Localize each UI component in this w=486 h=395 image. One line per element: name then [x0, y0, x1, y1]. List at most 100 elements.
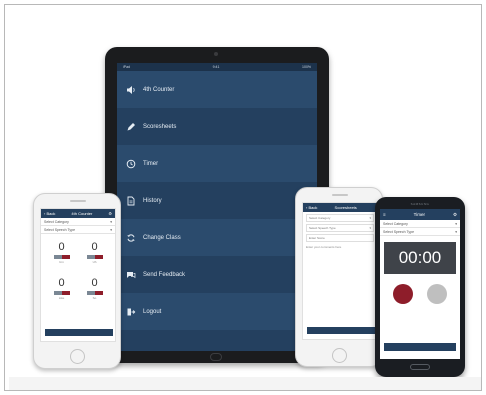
increment-button[interactable] [94, 291, 103, 295]
timer-controls [380, 284, 460, 304]
category-select[interactable]: Select Category ▾ [306, 214, 374, 222]
menu-item-label: Change Class [143, 234, 181, 241]
back-button[interactable]: ‹ Back [306, 205, 317, 210]
brand-logo: SAMSUNG [410, 202, 430, 206]
category-select-label: Select Category [44, 219, 69, 224]
counter-buttons [53, 291, 70, 295]
menu-item-logout[interactable]: Logout [117, 293, 317, 330]
increment-button[interactable] [94, 255, 103, 259]
score-field[interactable]: Enter Score [306, 234, 374, 242]
category-select-label: Select Category [383, 221, 408, 226]
menu-item-history[interactable]: History [117, 182, 317, 219]
phone-home-button[interactable] [410, 364, 430, 370]
phone-home-button[interactable] [70, 349, 85, 364]
speech-type-select[interactable]: Select Speech Type ▾ [306, 224, 374, 232]
counter-label: Uh [92, 260, 97, 264]
counter-buttons [86, 291, 103, 295]
floor-shadow [9, 377, 481, 390]
left-phone-device: ‹ Back 4th Counter ⚙ Select Category ▾ S… [33, 193, 121, 369]
menu-item-label: Scoresheets [143, 123, 177, 130]
back-button[interactable]: ‹ Back [44, 211, 55, 216]
submit-button[interactable] [307, 327, 375, 334]
status-battery: 100% [302, 65, 311, 69]
speaker-icon [125, 84, 137, 96]
middle-phone-screen: ‹ Back Scoresheets Select Category ▾ Sel… [302, 202, 378, 340]
counter-value: 0 [91, 277, 98, 289]
category-select[interactable]: Select Category ▾ [380, 220, 460, 228]
menu-item-timer[interactable]: Timer [117, 145, 317, 182]
left-phone-screen: ‹ Back 4th Counter ⚙ Select Category ▾ S… [40, 208, 116, 342]
counter-um: 0 Um [45, 242, 78, 264]
middle-phone-device: ‹ Back Scoresheets Select Category ▾ Sel… [295, 187, 383, 367]
counter-grid: 0 Um 0 Uh 0 Like 0 So [41, 234, 115, 300]
speech-type-select-label: Select Speech Type [383, 229, 415, 234]
speech-type-select[interactable]: Select Speech Type ▾ [41, 226, 115, 234]
decrement-button[interactable] [86, 291, 95, 295]
decrement-button[interactable] [86, 255, 95, 259]
menu-item-label: Logout [143, 308, 162, 315]
decrement-button[interactable] [53, 291, 62, 295]
tablet-menu: 4th Counter Scoresheets Timer History Ch… [117, 71, 317, 330]
speech-type-select-label: Select Speech Type [309, 226, 336, 230]
counter-value: 0 [91, 241, 98, 253]
pencil-icon [125, 121, 137, 133]
counter-label: Um [59, 260, 64, 264]
settings-icon[interactable]: ⚙ [108, 211, 112, 216]
chevron-down-icon: ▾ [369, 226, 371, 230]
right-phone-screen: ≡ Timer ⚙ Select Category ▾ Select Speec… [380, 209, 460, 359]
category-select[interactable]: Select Category ▾ [41, 218, 115, 226]
status-time: 9:41 [212, 65, 220, 69]
chat-icon [125, 269, 137, 281]
counter-buttons [53, 255, 70, 259]
menu-item-feedback[interactable]: Send Feedback [117, 256, 317, 293]
tablet-home-button[interactable] [210, 353, 222, 361]
menu-item-counter[interactable]: 4th Counter [117, 71, 317, 108]
increment-button[interactable] [61, 291, 70, 295]
phone-speaker [332, 194, 348, 196]
save-button[interactable] [45, 329, 113, 336]
menu-item-label: Send Feedback [143, 271, 186, 278]
chevron-down-icon: ▾ [110, 219, 112, 224]
app-bar: ‹ Back 4th Counter ⚙ [41, 209, 115, 218]
tablet-screen: iPad 9:41 100% 4th Counter Scoresheets T… [117, 63, 317, 351]
chevron-down-icon: ▾ [110, 227, 112, 232]
phone-home-button[interactable] [332, 348, 347, 363]
screen-title: Scoresheets [334, 205, 357, 210]
increment-button[interactable] [61, 255, 70, 259]
counter-label: Like [58, 296, 65, 300]
counter-value: 0 [58, 241, 65, 253]
timer-display: 00:00 [384, 242, 456, 274]
document-icon [125, 195, 137, 207]
reset-button[interactable] [427, 284, 447, 304]
save-time-button[interactable] [384, 343, 456, 351]
tablet-camera [214, 52, 218, 56]
menu-item-label: Timer [143, 160, 159, 167]
decrement-button[interactable] [53, 255, 62, 259]
screen-title: Timer [413, 212, 425, 217]
screenshot-frame: iPad 9:41 100% 4th Counter Scoresheets T… [4, 4, 482, 391]
phone-speaker [70, 200, 86, 202]
logout-icon [125, 306, 137, 318]
speech-type-select-label: Select Speech Type [44, 227, 76, 232]
menu-item-scoresheets[interactable]: Scoresheets [117, 108, 317, 145]
comments-field[interactable]: Enter your comments here [306, 245, 374, 249]
chevron-down-icon: ▾ [455, 221, 457, 226]
chevron-down-icon: ▾ [369, 216, 371, 220]
start-button[interactable] [393, 284, 413, 304]
tablet-status-bar: iPad 9:41 100% [117, 63, 317, 71]
counter-label: So [92, 296, 97, 300]
status-carrier: iPad [123, 65, 131, 69]
chevron-down-icon: ▾ [455, 229, 457, 234]
menu-item-change-class[interactable]: Change Class [117, 219, 317, 256]
counter-like: 0 Like [45, 278, 78, 300]
score-field-placeholder: Enter Score [309, 236, 325, 240]
settings-icon[interactable]: ⚙ [453, 212, 457, 218]
speech-type-select[interactable]: Select Speech Type ▾ [380, 228, 460, 236]
category-select-label: Select Category [309, 216, 331, 220]
counter-uh: 0 Uh [78, 242, 111, 264]
menu-item-label: History [143, 197, 162, 204]
app-bar: ‹ Back Scoresheets [303, 203, 377, 212]
counter-buttons [86, 255, 103, 259]
menu-icon[interactable]: ≡ [383, 212, 386, 217]
refresh-icon [125, 232, 137, 244]
